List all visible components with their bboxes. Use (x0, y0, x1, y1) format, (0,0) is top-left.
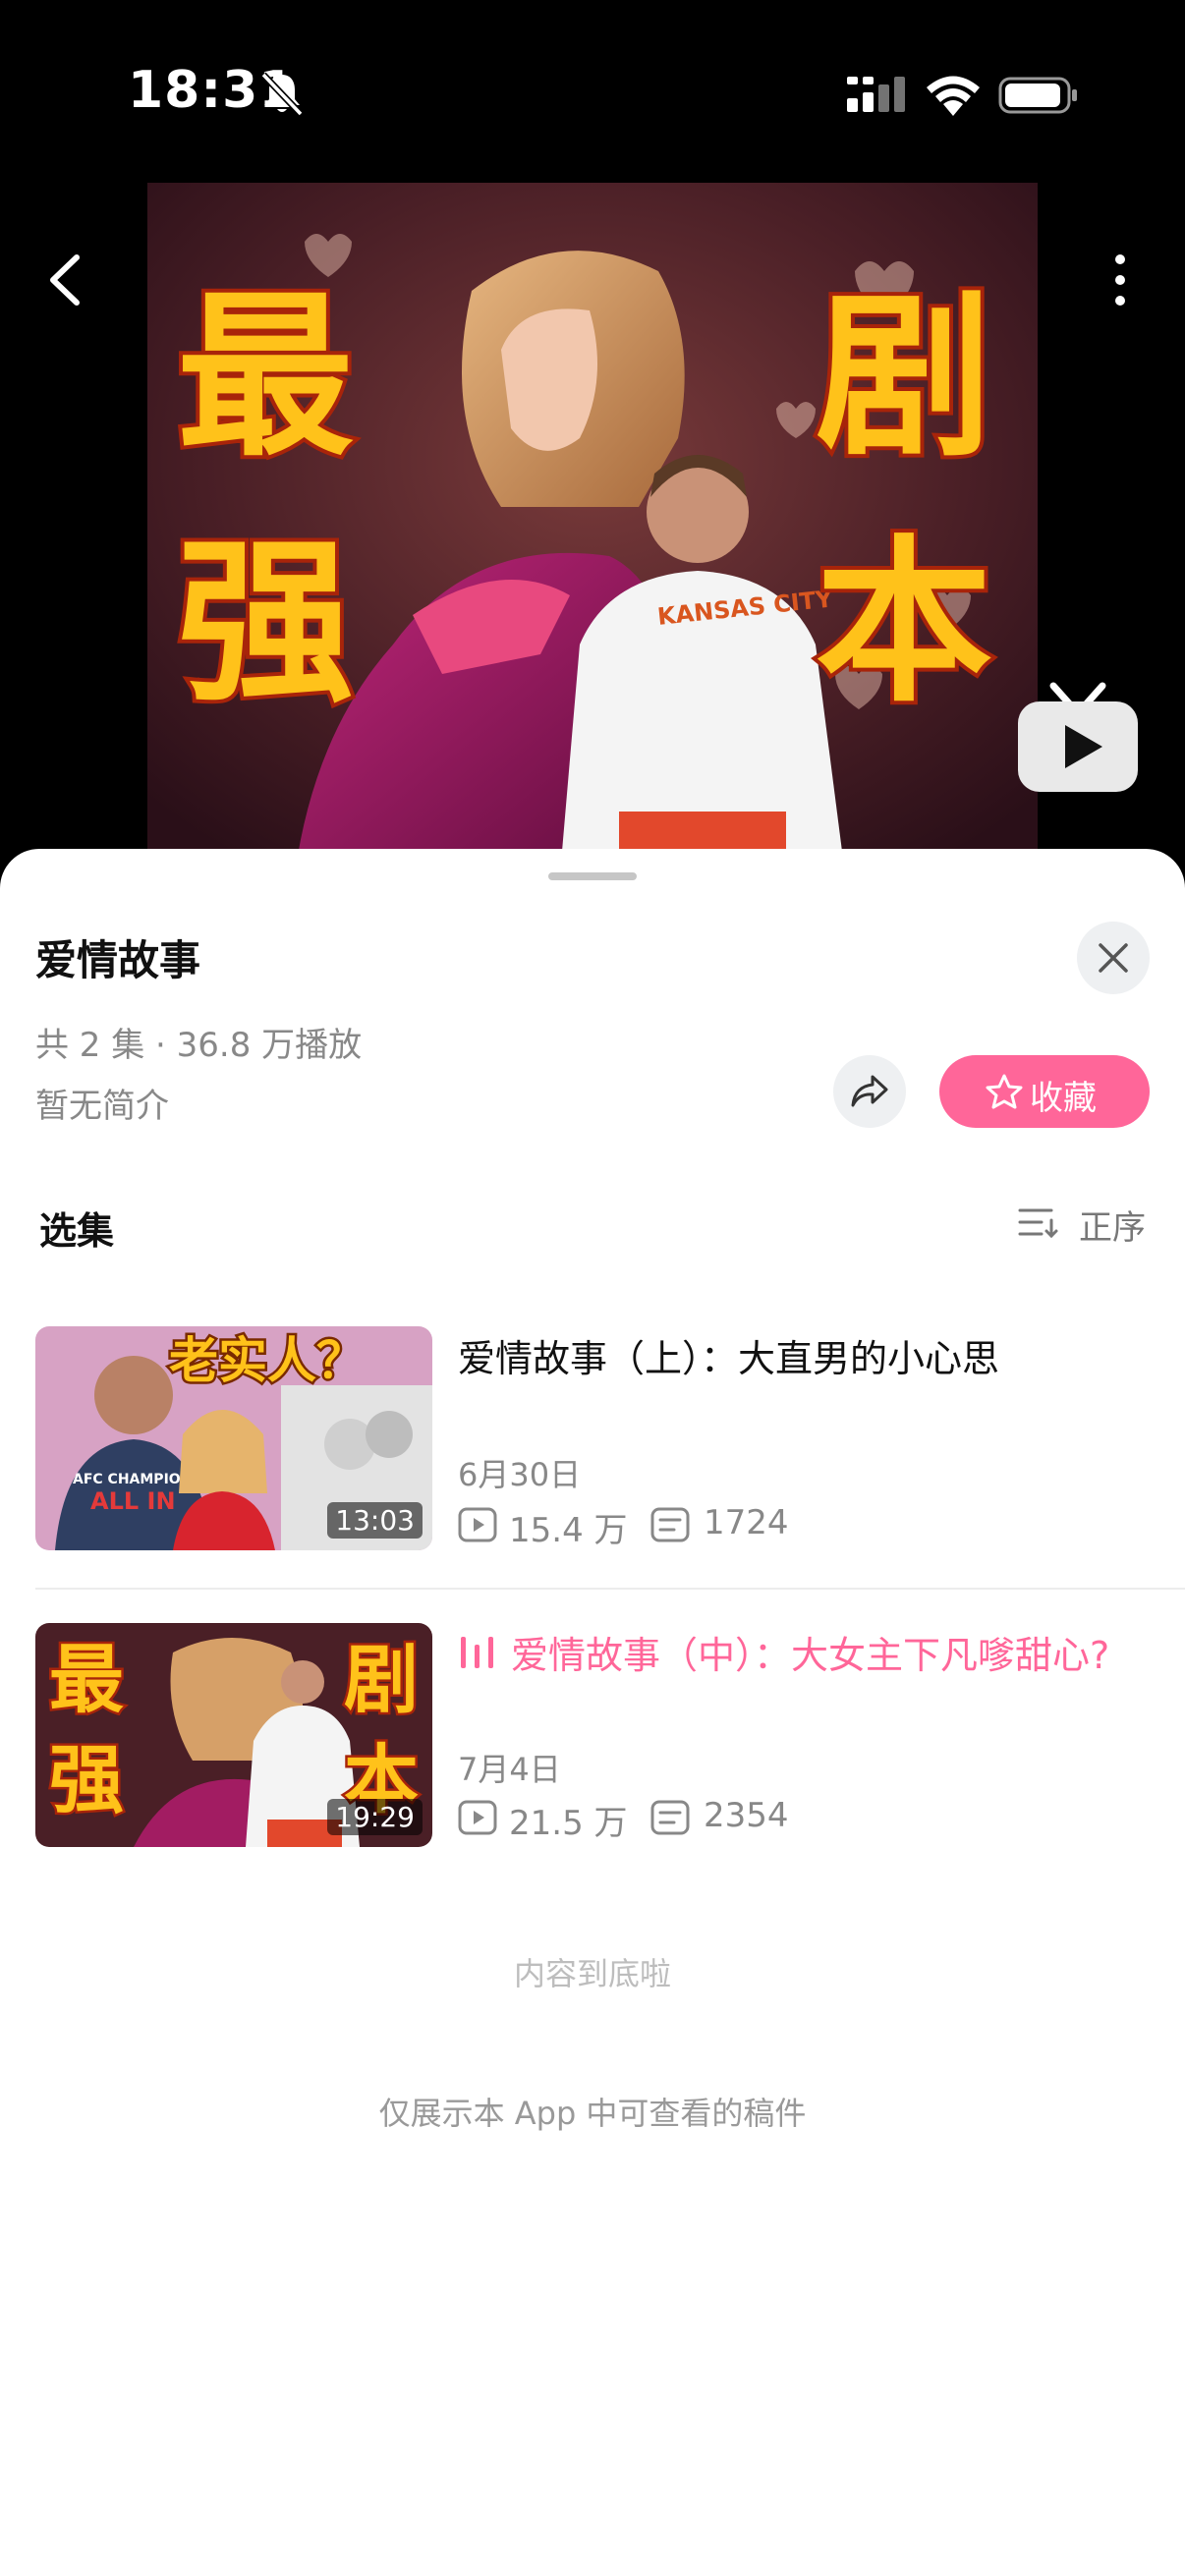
back-icon[interactable] (39, 246, 88, 314)
sort-icon (1018, 1208, 1058, 1239)
wifi-icon (927, 76, 980, 116)
close-button[interactable] (1077, 922, 1150, 994)
bilibili-tv-icon[interactable] (1014, 678, 1142, 796)
episode-thumbnail: 最 强 剧 本 19:29 (35, 1623, 432, 1847)
close-icon (1099, 943, 1128, 973)
footer-note: 仅展示本 App 中可查看的稿件 (378, 2095, 807, 2132)
share-button[interactable] (833, 1055, 906, 1128)
battery-icon (998, 77, 1077, 114)
comment-count: 1724 (704, 1503, 789, 1542)
collection-title: 爱情故事 (35, 936, 201, 984)
cover-char: 本 (816, 521, 992, 726)
episode-title: 爱情故事（中）：大女主下凡嗲甜心? (511, 1634, 1110, 1677)
share-icon (851, 1075, 888, 1107)
star-icon (986, 1074, 1023, 1109)
episode-divider (35, 1588, 1185, 1590)
more-options-icon[interactable] (1100, 246, 1140, 314)
cover-char: 强 (177, 521, 354, 726)
cover-char: 剧 (816, 275, 992, 480)
episode-thumbnail: AFC CHAMPIONS ALL IN 老实人？ 13:03 (35, 1326, 432, 1550)
end-of-list-note: 内容到底啦 (513, 1955, 671, 1992)
comment-count: 2354 (704, 1796, 789, 1835)
collection-sheet: 爱情故事 共 2 集 · 36.8 万播放 暂无简介 收藏 选集 正序 AFC … (0, 849, 1185, 2576)
now-playing-icon (461, 1637, 493, 1668)
thumb-char: 强 (49, 1736, 124, 1823)
status-bar: 18:31 (0, 0, 1185, 187)
order-toggle[interactable]: 正序 (1018, 1201, 1156, 1250)
play-count-icon (458, 1800, 497, 1835)
episode-title: 爱情故事（上）：大直男的小心思 (458, 1337, 1000, 1380)
danmaku-count-icon (650, 1800, 690, 1835)
order-label: 正序 (1079, 1208, 1146, 1248)
video-player[interactable]: KANSAS CITY 最 强 剧 本 (0, 183, 1185, 874)
bell-muted-icon (260, 72, 304, 117)
episode-duration: 19:29 (327, 1799, 423, 1835)
episode-item[interactable]: AFC CHAMPIONS ALL IN 老实人？ 13:03 爱情故事（上）：… (35, 1326, 1185, 1552)
episode-date: 7月4日 (458, 1751, 561, 1788)
sheet-grab-handle[interactable] (548, 872, 637, 880)
collection-meta: 共 2 集 · 36.8 万播放 (35, 1026, 363, 1065)
thumb-char: 剧 (344, 1636, 419, 1723)
view-count: 21.5 万 (509, 1804, 628, 1843)
thumb-shirt-line2: ALL IN (90, 1487, 176, 1515)
thumb-char: 最 (49, 1636, 124, 1723)
view-count: 15.4 万 (509, 1511, 628, 1550)
video-cover-image: KANSAS CITY 最 强 剧 本 (147, 183, 1038, 874)
play-count-icon (458, 1507, 497, 1542)
cover-char: 最 (177, 275, 354, 480)
episode-date: 6月30日 (458, 1456, 582, 1493)
episode-item[interactable]: 最 强 剧 本 19:29 爱情故事（中）：大女主下凡嗲甜心? 7月4日 21.… (35, 1623, 1185, 1849)
danmaku-count-icon (650, 1507, 690, 1542)
thumb-caption: 老实人？ (169, 1332, 366, 1389)
collection-intro: 暂无简介 (35, 1087, 169, 1126)
episode-title-playing: 爱情故事（中）：大女主下凡嗲甜心? (458, 1627, 1146, 1684)
episode-section-title: 选集 (39, 1209, 115, 1253)
favorite-button[interactable]: 收藏 (939, 1055, 1150, 1128)
episode-duration: 13:03 (327, 1502, 423, 1539)
favorite-label: 收藏 (1030, 1079, 1097, 1118)
cellular-signal-icon (847, 77, 905, 112)
